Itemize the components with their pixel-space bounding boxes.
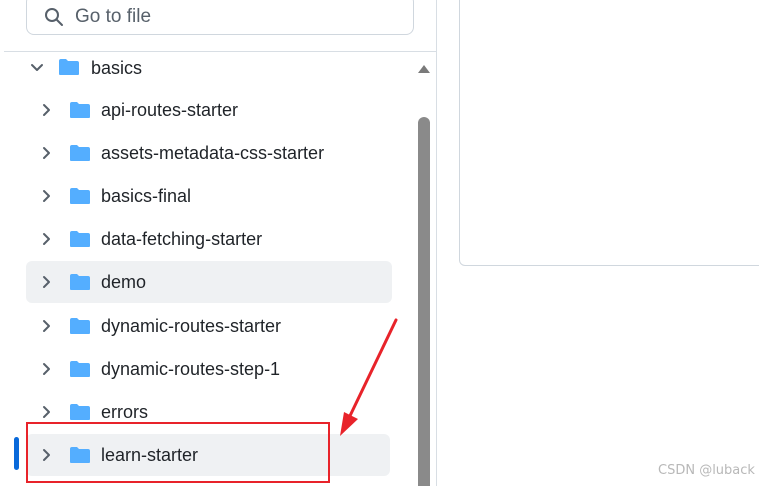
chevron-right-icon[interactable]: [40, 405, 54, 419]
annotation-arrow-icon: [340, 318, 398, 436]
active-item-indicator: [14, 437, 19, 470]
folder-icon: [70, 102, 90, 118]
scroll-up-arrow-icon[interactable]: [417, 64, 431, 74]
tree-item-label: dynamic-routes-starter: [101, 315, 282, 336]
tree-item-label: dynamic-routes-step-1: [101, 358, 281, 379]
tree-item-label: errors: [101, 401, 149, 422]
chevron-right-icon[interactable]: [40, 146, 54, 160]
tree-item-label: basics: [91, 57, 143, 78]
folder-icon: [70, 361, 90, 377]
tree-item-folder[interactable]: api-routes-starter: [26, 89, 392, 131]
chevron-right-icon[interactable]: [40, 319, 54, 333]
tree-scrollbar[interactable]: [412, 60, 436, 486]
chevron-right-icon[interactable]: [40, 189, 54, 203]
chevron-right-icon[interactable]: [40, 362, 54, 376]
chevron-down-icon[interactable]: [30, 61, 44, 75]
folder-icon: [70, 274, 90, 290]
folder-icon: [70, 188, 90, 204]
folder-icon: [70, 404, 90, 420]
go-to-file-search[interactable]: [26, 0, 414, 35]
tree-item-folder[interactable]: assets-metadata-css-starter: [26, 132, 392, 174]
scrollbar-thumb[interactable]: [418, 117, 430, 486]
tree-item-label: data-fetching-starter: [101, 228, 263, 249]
tree-item-label: api-routes-starter: [101, 99, 239, 120]
folder-icon: [59, 59, 79, 75]
tree-item-basics[interactable]: basics: [26, 47, 392, 89]
folder-icon: [70, 231, 90, 247]
tree-item-folder[interactable]: demo: [26, 261, 392, 303]
tree-item-folder[interactable]: data-fetching-starter: [26, 218, 392, 260]
tree-item-label: demo: [101, 271, 147, 292]
annotation-highlight-box: [26, 422, 330, 483]
chevron-right-icon[interactable]: [40, 103, 54, 117]
search-input[interactable]: [75, 3, 395, 31]
watermark: CSDN @luback: [658, 463, 755, 478]
chevron-right-icon[interactable]: [40, 232, 54, 246]
search-icon: [45, 8, 63, 26]
tree-item-label: assets-metadata-css-starter: [101, 142, 325, 163]
tree-item-folder[interactable]: basics-final: [26, 175, 392, 217]
content-panel: [459, 0, 759, 266]
tree-item-label: basics-final: [101, 185, 192, 206]
chevron-right-icon[interactable]: [40, 275, 54, 289]
folder-icon: [70, 318, 90, 334]
folder-icon: [70, 145, 90, 161]
